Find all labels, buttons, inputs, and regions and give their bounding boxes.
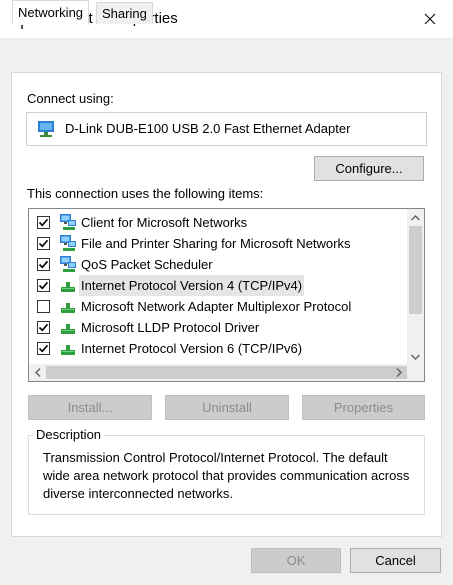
item-label: File and Printer Sharing for Microsoft N… <box>81 236 351 251</box>
install-button[interactable]: Install... <box>28 395 152 420</box>
item-checkbox[interactable] <box>37 321 50 334</box>
list-item[interactable]: Internet Protocol Version 4 (TCP/IPv4) <box>29 275 405 296</box>
item-label: Microsoft Network Adapter Multiplexor Pr… <box>81 299 352 314</box>
horizontal-scroll-thumb[interactable] <box>46 366 407 379</box>
ok-button[interactable]: OK <box>251 548 341 573</box>
protocol-icon <box>59 298 77 315</box>
close-button[interactable] <box>407 0 453 38</box>
scroll-left-icon[interactable] <box>29 364 46 381</box>
close-icon <box>424 13 436 25</box>
scroll-down-icon[interactable] <box>407 348 424 365</box>
configure-button[interactable]: Configure... <box>314 156 424 181</box>
adapter-field: D-Link DUB-E100 USB 2.0 Fast Ethernet Ad… <box>26 112 427 146</box>
horizontal-scrollbar[interactable] <box>29 364 424 381</box>
item-label: Client for Microsoft Networks <box>81 215 248 230</box>
item-label: Microsoft LLDP Protocol Driver <box>81 320 260 335</box>
protocol-icon <box>59 277 77 294</box>
item-checkbox[interactable] <box>37 237 50 250</box>
adapter-name: D-Link DUB-E100 USB 2.0 Fast Ethernet Ad… <box>65 121 351 136</box>
client-network-icon <box>59 235 77 252</box>
vertical-scrollbar[interactable] <box>407 209 424 365</box>
description-title: Description <box>33 427 105 442</box>
connect-using-label: Connect using: <box>27 91 114 106</box>
item-checkbox[interactable] <box>37 258 50 271</box>
scroll-up-icon[interactable] <box>407 209 424 226</box>
network-adapter-icon <box>38 121 54 137</box>
item-checkbox[interactable] <box>37 279 50 292</box>
scrollbar-corner <box>407 364 424 381</box>
protocol-icon <box>59 340 77 357</box>
cancel-button[interactable]: Cancel <box>350 548 441 573</box>
item-checkbox[interactable] <box>37 216 50 229</box>
list-item[interactable]: Microsoft Network Adapter Multiplexor Pr… <box>29 296 405 317</box>
tab-networking[interactable]: Networking <box>12 0 90 25</box>
item-checkbox[interactable] <box>37 342 50 355</box>
client-network-icon <box>59 256 77 273</box>
items-label: This connection uses the following items… <box>27 186 264 201</box>
list-item[interactable]: Client for Microsoft Networks <box>29 212 405 233</box>
item-label: Internet Protocol Version 4 (TCP/IPv4) <box>79 275 305 296</box>
item-checkbox[interactable] <box>37 300 50 313</box>
scroll-right-icon[interactable] <box>390 364 407 381</box>
item-label: QoS Packet Scheduler <box>81 257 213 272</box>
tab-sharing[interactable]: Sharing <box>96 2 153 24</box>
item-label: Internet Protocol Version 6 (TCP/IPv6) <box>81 341 303 356</box>
client-network-icon <box>59 214 77 231</box>
list-item[interactable]: QoS Packet Scheduler <box>29 254 405 275</box>
uninstall-button[interactable]: Uninstall <box>165 395 289 420</box>
list-item[interactable]: File and Printer Sharing for Microsoft N… <box>29 233 405 254</box>
description-text: Transmission Control Protocol/Internet P… <box>43 450 410 501</box>
list-item[interactable]: Microsoft LLDP Protocol Driver <box>29 317 405 338</box>
vertical-scroll-thumb[interactable] <box>409 226 422 314</box>
items-list[interactable]: Client for Microsoft Networks File and Pr… <box>28 208 425 382</box>
properties-button[interactable]: Properties <box>302 395 425 420</box>
list-item[interactable]: Internet Protocol Version 6 (TCP/IPv6) <box>29 338 405 359</box>
protocol-icon <box>59 319 77 336</box>
